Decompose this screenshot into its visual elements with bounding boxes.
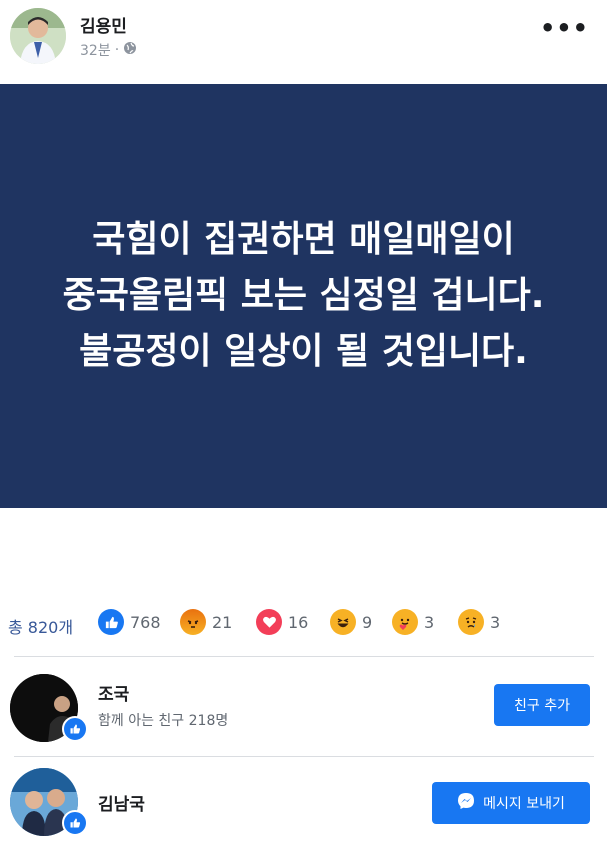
globe-icon: [123, 41, 137, 59]
reaction-like[interactable]: 768: [98, 609, 161, 635]
care-count: 3: [424, 612, 435, 632]
reaction-sad[interactable]: 3: [458, 609, 500, 635]
reaction-care[interactable]: 3: [392, 609, 434, 635]
author-avatar[interactable]: [10, 8, 66, 64]
reaction-haha[interactable]: 9: [330, 609, 372, 635]
love-count: 16: [288, 612, 309, 632]
add-friend-label: 친구 추가: [514, 698, 570, 714]
messenger-icon: [457, 792, 475, 814]
post-time[interactable]: 32분: [80, 40, 111, 60]
reactions-bar[interactable]: 총 820개 768 21 16 9 3 3: [0, 606, 607, 640]
like-icon: [62, 716, 88, 742]
divider: [14, 756, 594, 757]
author-name[interactable]: 김용민: [80, 12, 127, 37]
like-icon: [62, 810, 88, 836]
love-icon: [256, 609, 282, 635]
divider: [14, 656, 594, 657]
angry-icon: [180, 609, 206, 635]
reactor-row[interactable]: 김남국 메시지 보내기: [0, 760, 607, 852]
sad-icon: [458, 609, 484, 635]
like-icon: [98, 609, 124, 635]
reactor-name[interactable]: 조국: [98, 680, 129, 705]
send-message-label: 메시지 보내기: [483, 796, 565, 812]
reaction-love[interactable]: 16: [256, 609, 308, 635]
reaction-total[interactable]: 총 820개: [8, 614, 73, 638]
post-text-card: 국힘이 집권하면 매일매일이 중국올림픽 보는 심정일 겁니다. 불공정이 일상…: [0, 84, 607, 508]
reaction-angry[interactable]: 21: [180, 609, 232, 635]
haha-count: 9: [362, 612, 373, 632]
post-header: 김용민 32분 · •••: [0, 0, 607, 82]
post-meta: 32분 ·: [80, 40, 137, 60]
sad-count: 3: [490, 612, 501, 632]
angry-count: 21: [212, 612, 233, 632]
more-icon[interactable]: •••: [540, 16, 589, 40]
mutual-friends: 함께 아는 친구 218명: [98, 713, 229, 729]
add-friend-button[interactable]: 친구 추가: [494, 684, 590, 726]
post-text: 국힘이 집권하면 매일매일이 중국올림픽 보는 심정일 겁니다. 불공정이 일상…: [62, 219, 545, 372]
haha-icon: [330, 609, 356, 635]
care-icon: [392, 609, 418, 635]
reactor-row[interactable]: 조국 함께 아는 친구 218명 친구 추가: [0, 666, 607, 758]
meta-separator: ·: [114, 42, 120, 58]
like-count: 768: [130, 612, 161, 632]
reactor-name[interactable]: 김남국: [98, 790, 145, 815]
send-message-button[interactable]: 메시지 보내기: [432, 782, 590, 824]
